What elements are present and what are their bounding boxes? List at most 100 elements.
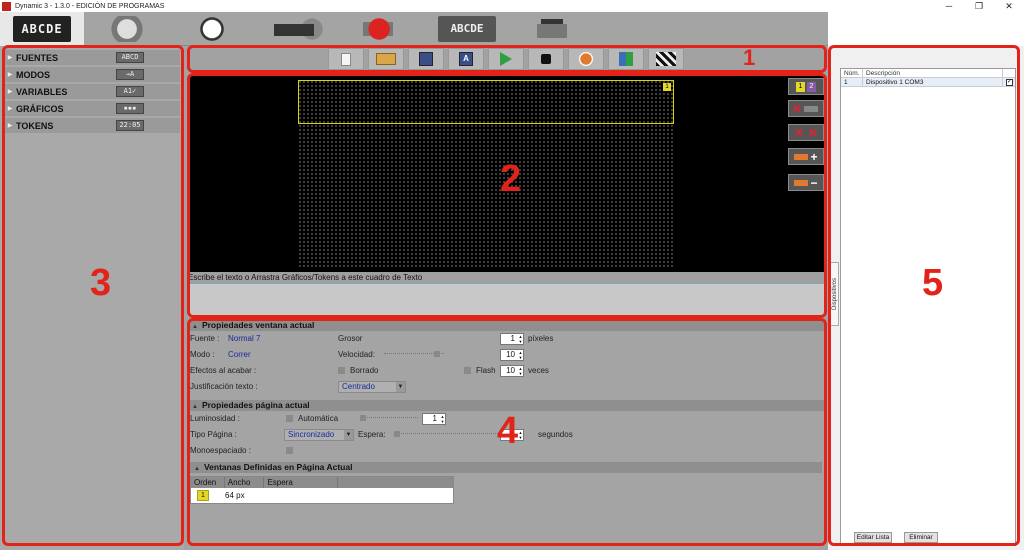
velocidad-stepper[interactable]: 10 [500,349,524,361]
veces-label: veces [528,366,549,375]
automatica-checkbox[interactable] [286,415,293,422]
close-button[interactable]: ✕ [994,0,1024,12]
check-button[interactable] [568,48,604,70]
tab-dynamic[interactable] [340,12,424,46]
espera-slider[interactable] [394,431,498,439]
borrado-label: Borrado [350,366,379,375]
tab-clock[interactable] [170,12,254,46]
slider-thumb[interactable] [434,351,440,357]
preview-button[interactable] [608,48,644,70]
col-ancho[interactable]: Ancho [225,477,265,488]
tab-program-editor[interactable]: ABCDE [0,12,84,46]
monoespaciado-label: Monoespaciado : [190,446,251,455]
check-icon [579,52,593,66]
tab-sign-settings[interactable] [255,12,339,46]
delete-x-icon: ✕ [791,101,803,116]
window-props-header[interactable]: ▲ Propiedades ventana actual [188,320,824,331]
espera-stepper[interactable]: 1 [500,429,524,441]
devices-side-tab[interactable]: Dispositivos [830,262,839,326]
abcde-edit-icon: ABCDE [438,16,496,42]
category-graficos[interactable]: ▶ GRÁFICOS ▪▪▪ [4,101,180,116]
expand-arrow-icon: ▶ [7,89,13,95]
efectos-label: Efectos al acabar : [190,366,257,375]
window-order-badge: 1 [197,489,209,501]
luminosidad-slider[interactable] [360,415,418,423]
slider-thumb[interactable] [394,431,400,437]
selected-window[interactable]: 1 [298,80,674,124]
device-desc: Dispositivo 1 COM3 [863,78,1003,86]
save-button[interactable] [408,48,444,70]
add-page-button[interactable]: + [788,148,824,165]
category-fuentes[interactable]: ▶ FUENTES ABCD [4,50,180,65]
remove-page-button[interactable]: − [788,174,824,191]
page-1-icon: 1 [796,81,805,92]
expand-arrow-icon: ▶ [7,123,13,129]
modo-value[interactable]: Correr [228,350,251,359]
page-2-icon: 2 [807,81,816,92]
page-bar-icon [794,179,809,186]
module-tab-strip: ABCDE ABCDE [0,12,828,46]
clock-icon [183,16,241,42]
col-espera[interactable]: Espera [264,477,338,488]
stop-button[interactable] [528,48,564,70]
text-hint: Escribe el texto o Arrastra Gráficos/Tok… [188,272,824,283]
device-row[interactable]: 1 Dispositivo 1 COM3 [841,78,1015,87]
fuente-value[interactable]: Normal 7 [228,334,260,343]
velocidad-slider[interactable] [384,351,444,359]
chevron-down-icon: ▼ [396,382,405,392]
play-icon [500,52,512,66]
fonts-icon: ABCD [116,52,144,63]
tab-devices[interactable] [85,12,169,46]
folder-icon [376,53,396,65]
page-bar-icon [794,153,809,160]
minimize-button[interactable]: ─ [934,0,964,12]
tipo-pagina-label: Tipo Página : [190,430,237,439]
preview-icon [619,52,633,66]
sign-settings-icon [268,16,326,42]
edit-list-button[interactable]: Editar Lista [854,532,892,543]
slider-thumb[interactable] [360,415,366,421]
delete-device-button[interactable]: Eliminar [904,532,938,543]
text-input-area[interactable] [188,283,824,317]
tipo-pagina-select[interactable]: Sincronizado ▼ [284,429,354,441]
category-variables[interactable]: ▶ VARIABLES A1✓ [4,84,180,99]
windows-table-header[interactable]: ▲ Ventanas Definidas en Página Actual [190,462,822,473]
justification-select[interactable]: Centrado ▼ [338,381,406,393]
play-button[interactable] [488,48,524,70]
new-program-button[interactable] [328,48,364,70]
category-modos[interactable]: ▶ MODOS →A [4,67,180,82]
col-descripcion[interactable]: Descripción [863,69,1003,77]
tab-text-edit[interactable]: ABCDE [425,12,509,46]
pages-button[interactable]: 1 2 [788,78,824,95]
app-icon [2,1,11,11]
grosor-stepper[interactable]: 1 [500,333,524,345]
d-logo-icon [353,16,411,42]
col-num[interactable]: Núm. [841,69,863,77]
category-tokens[interactable]: ▶ TOKENS 22:05 [4,118,180,133]
restore-button[interactable]: ❐ [964,0,994,12]
device-enabled-checkbox[interactable]: ✓ [1006,79,1013,86]
tab-print[interactable] [510,12,594,46]
table-row[interactable]: 1 64 px [191,488,453,502]
device-num: 1 [841,78,863,86]
velocidad-label: Velocidad: [338,350,375,359]
flash-checkbox[interactable] [464,367,471,374]
animation-button[interactable] [648,48,684,70]
led-editor[interactable]: 1 1 2 ✕ ✕ ✕ + − [188,76,824,272]
flash-stepper[interactable]: 10 [500,365,524,377]
open-program-button[interactable] [368,48,404,70]
delete-all-windows-button[interactable]: ✕ ✕ [788,124,824,141]
main-toolbar: A [184,46,828,72]
page-props-header[interactable]: ▲ Propiedades página actual [188,400,824,411]
monoespaciado-checkbox[interactable] [286,447,293,454]
luminosidad-stepper[interactable]: 1 [422,413,446,425]
category-label: FUENTES [16,52,59,63]
grosor-label: Grosor [338,334,363,343]
delete-window-button[interactable]: ✕ [788,100,824,117]
borrado-checkbox[interactable] [338,367,345,374]
floppy-a-icon: A [459,52,473,66]
save-as-button[interactable]: A [448,48,484,70]
col-orden[interactable]: Orden [191,477,225,488]
resources-panel: ▶ FUENTES ABCD ▶ MODOS →A ▶ VARIABLES A1… [0,46,184,550]
category-label: VARIABLES [16,86,68,97]
